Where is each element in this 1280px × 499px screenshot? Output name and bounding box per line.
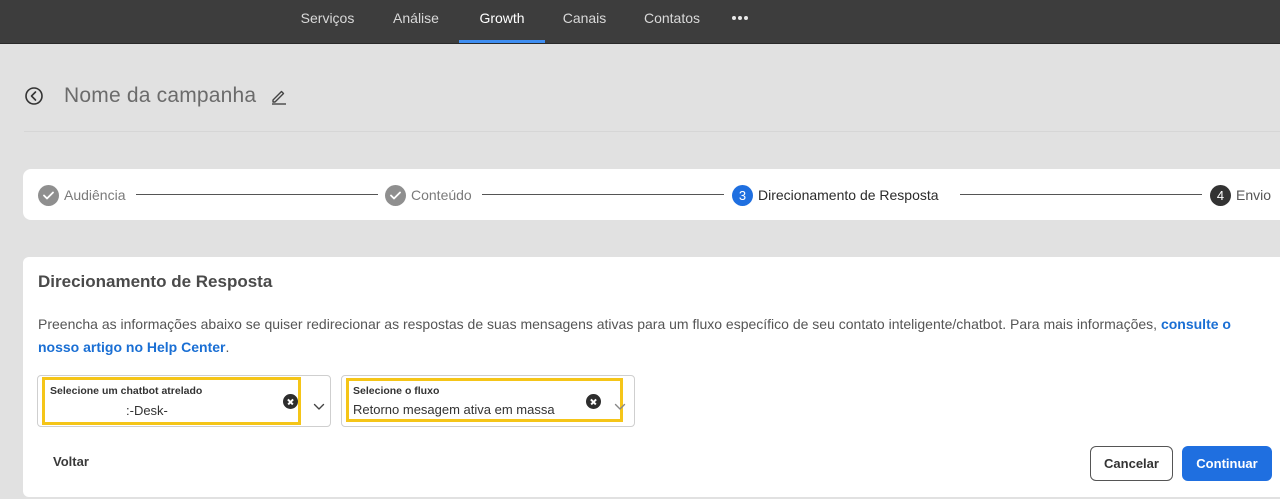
response-routing-card: Direcionamento de Resposta Preencha as i… [23, 257, 1280, 497]
step-number: 3 [732, 184, 753, 206]
chatbot-select-value: :-Desk- [126, 403, 168, 418]
step-connector [136, 194, 378, 195]
step-connector [960, 194, 1202, 195]
step-label: Conteúdo [411, 187, 472, 203]
nav-item-analise[interactable]: Análise [388, 0, 444, 44]
flow-select-label: Selecione o fluxo [353, 385, 440, 397]
page-title: Nome da campanha [64, 84, 257, 107]
more-horizontal-icon[interactable] [731, 10, 751, 26]
nav-item-canais[interactable]: Canais [558, 0, 611, 44]
flow-select[interactable]: Selecione o fluxo Retorno mesagem ativa … [341, 375, 635, 427]
card-title: Direcionamento de Resposta [38, 272, 273, 291]
chevron-down-icon[interactable] [614, 398, 626, 410]
step-label: Envio [1236, 187, 1272, 203]
step-label: Audiência [64, 187, 126, 203]
chevron-down-icon[interactable] [313, 398, 325, 410]
cancel-button[interactable]: Cancelar [1090, 446, 1173, 481]
continue-button[interactable]: Continuar [1182, 446, 1272, 481]
pencil-icon[interactable] [270, 87, 288, 105]
step-connector [482, 194, 724, 195]
nav-item-servicos[interactable]: Serviços [296, 0, 359, 44]
nav-item-contatos[interactable]: Contatos [638, 0, 706, 44]
step-direcionamento[interactable]: 3 Direcionamento de Resposta [732, 184, 939, 206]
back-circle-icon[interactable] [24, 86, 44, 106]
step-conteudo[interactable]: Conteúdo [385, 184, 472, 206]
check-icon [385, 184, 406, 206]
step-audiencia[interactable]: Audiência [38, 184, 126, 206]
title-divider [24, 131, 1280, 132]
back-button[interactable]: Voltar [53, 454, 89, 469]
campaign-stepper: Audiência Conteúdo 3 Direcionamento de R… [23, 169, 1280, 220]
chatbot-select-label: Selecione um chatbot atrelado [50, 385, 203, 397]
flow-select-value: Retorno mesagem ativa em massa [353, 402, 555, 417]
step-envio[interactable]: 4 Envio [1210, 184, 1271, 206]
description-text: Preencha as informações abaixo se quiser… [38, 316, 1158, 332]
top-navigation-bar: Serviços Análise Growth Canais Contatos [0, 0, 1280, 44]
step-number: 4 [1210, 184, 1231, 206]
chatbot-select[interactable]: Selecione um chatbot atrelado :-Desk- [37, 375, 331, 427]
description-end: . [225, 339, 230, 355]
check-icon [38, 184, 59, 206]
step-label: Direcionamento de Resposta [758, 187, 939, 203]
card-description: Preencha as informações abaixo se quiser… [38, 313, 1272, 359]
clear-icon[interactable] [283, 394, 298, 409]
clear-icon[interactable] [586, 394, 601, 409]
nav-item-growth[interactable]: Growth [459, 0, 545, 44]
